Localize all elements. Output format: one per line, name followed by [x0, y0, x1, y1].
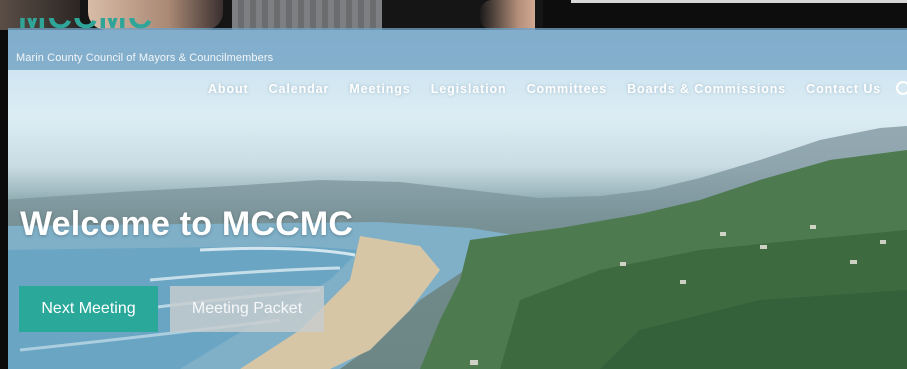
meeting-packet-button[interactable]: Meeting Packet [170, 286, 324, 332]
hero-heading: Welcome to MCCMC [20, 205, 354, 243]
nav-item-contact-us[interactable]: Contact Us [806, 82, 881, 96]
nav-item-about[interactable]: About [208, 82, 249, 96]
next-meeting-button[interactable]: Next Meeting [19, 286, 158, 332]
search-icon[interactable] [896, 81, 907, 95]
nav-item-boards-commissions[interactable]: Boards & Commissions [627, 82, 786, 96]
nav-item-committees[interactable]: Committees [527, 82, 608, 96]
left-edge [0, 30, 8, 369]
photo-segment [232, 0, 382, 30]
site-logo[interactable]: MCCMC [18, 18, 153, 40]
photo-segment [480, 0, 535, 30]
site-tagline: Marin County Council of Mayors & Council… [16, 52, 274, 64]
nav-item-legislation[interactable]: Legislation [431, 82, 507, 96]
nav-item-calendar[interactable]: Calendar [269, 82, 330, 96]
topbar-shine [571, 0, 907, 3]
main-nav: About Calendar Meetings Legislation Comm… [208, 81, 907, 96]
topbar-right [543, 0, 907, 30]
nav-item-meetings[interactable]: Meetings [349, 82, 410, 96]
